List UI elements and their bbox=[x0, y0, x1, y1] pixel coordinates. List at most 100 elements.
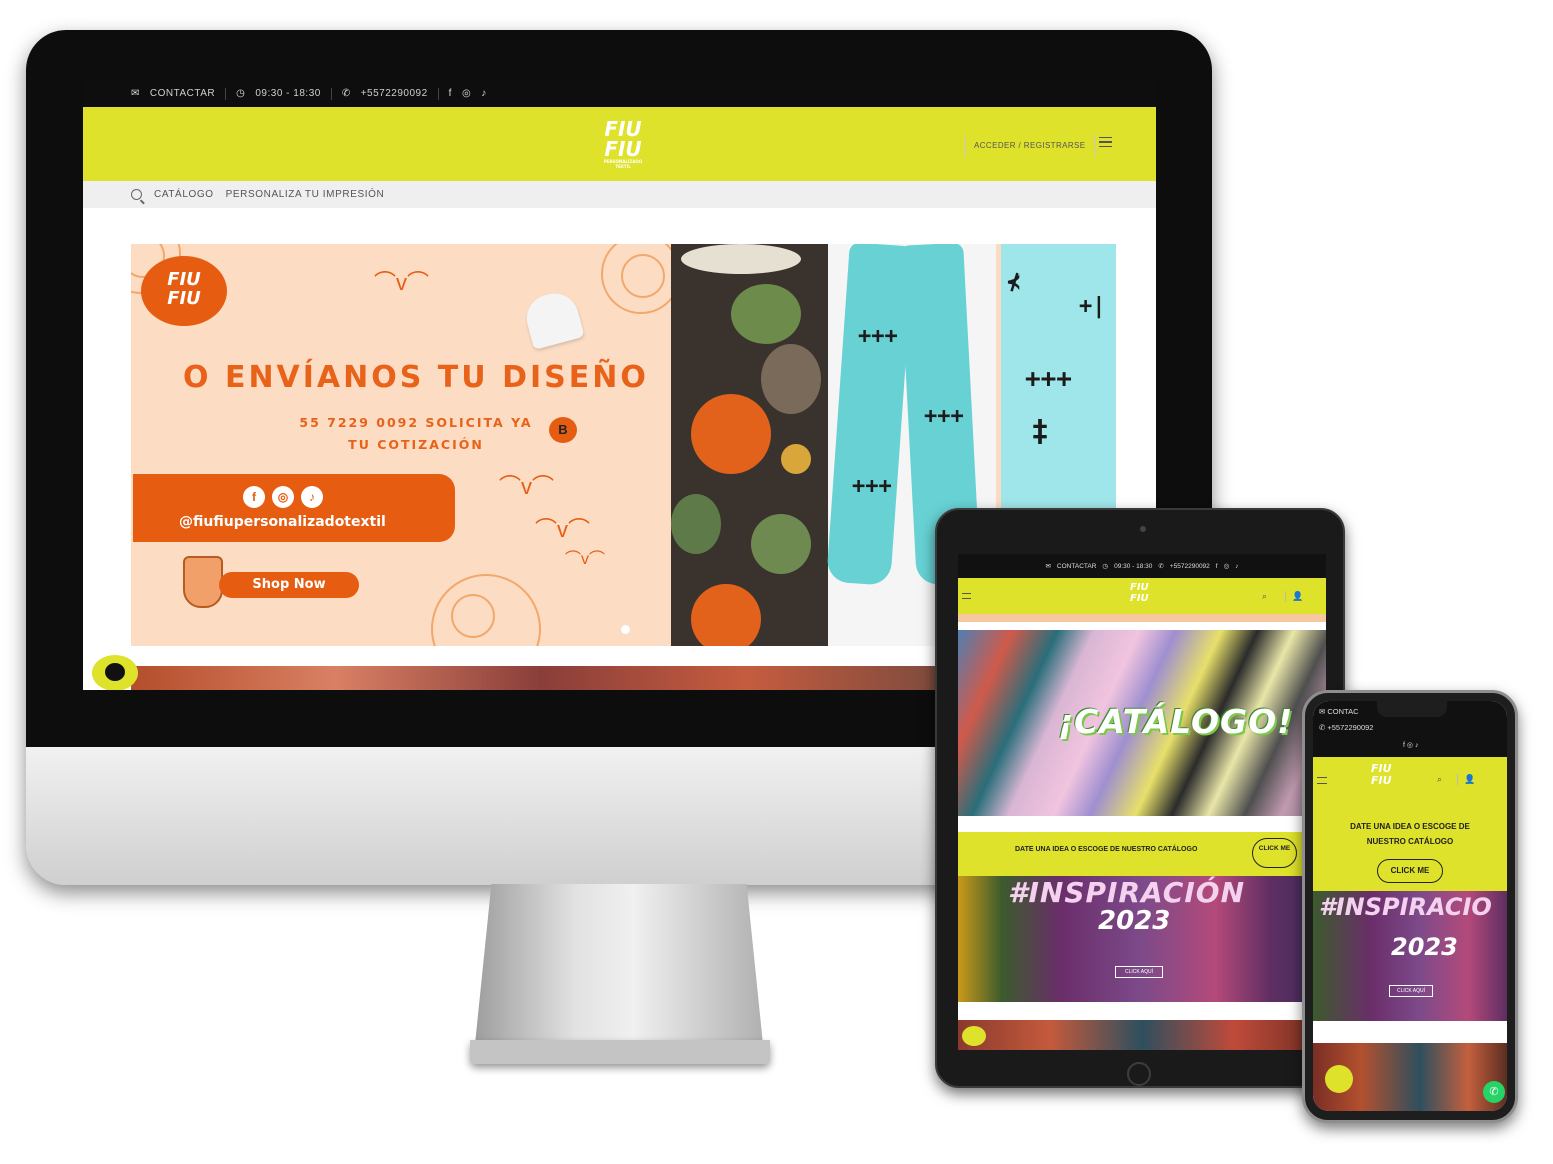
promo-bar: DATE UNA IDEA O ESCOGE DE NUESTRO CATÁLO… bbox=[958, 832, 1326, 876]
search-icon[interactable] bbox=[131, 189, 142, 200]
bat-icon: ⌒v⌒ bbox=[565, 551, 606, 568]
inspiration-banner[interactable]: #INSPIRACIO 2023 CLICK AQUÍ bbox=[1313, 891, 1507, 1021]
site-logo[interactable]: FIU FIU PERSONALIZADO TEXTIL bbox=[598, 119, 648, 171]
stitch-pattern: ‡ bbox=[1031, 414, 1050, 449]
logo-line1: FIU bbox=[1130, 582, 1149, 593]
leggings-left-leg bbox=[826, 244, 914, 586]
stitch-pattern: +++ bbox=[924, 404, 964, 429]
menu-icon[interactable] bbox=[1317, 777, 1327, 784]
stitch-pattern: +| bbox=[1079, 294, 1106, 319]
inspiration-year: 2023 bbox=[1098, 906, 1171, 936]
halloween-pattern-fabric bbox=[671, 244, 828, 646]
promo-bar: DATE UNA IDEA O ESCOGE DE NUESTRO CATÁLO… bbox=[1313, 805, 1507, 891]
logo-line2: FIU bbox=[1371, 774, 1392, 787]
divider bbox=[225, 87, 227, 100]
user-icon[interactable]: 👤 bbox=[1457, 774, 1475, 785]
click-me-button[interactable]: CLICK ME bbox=[1252, 838, 1297, 868]
nav-item-catalogo[interactable]: CATÁLOGO bbox=[154, 189, 214, 200]
site-logo[interactable]: FIU FIU bbox=[1371, 763, 1392, 787]
banner-subtitle-line2: TU COTIZACIÓN bbox=[348, 437, 484, 452]
banner-promo-panel: FIU FIU ⌒v⌒ ⌒v⌒ ⌒v⌒ ⌒v⌒ O ENVÍANOS TU DI… bbox=[131, 244, 681, 646]
collection-strip bbox=[958, 1020, 1326, 1050]
search-icon[interactable]: ⌕ bbox=[1262, 591, 1267, 602]
contact-link[interactable]: CONTACTAR bbox=[150, 88, 215, 99]
social-icons: f ◎ ♪ bbox=[243, 486, 323, 508]
facebook-icon[interactable]: f bbox=[1216, 563, 1218, 570]
chat-widget-button[interactable] bbox=[962, 1026, 986, 1046]
phone-link[interactable]: +5572290092 bbox=[361, 88, 428, 99]
site-logo[interactable]: FIU FIU bbox=[1130, 582, 1149, 604]
mail-icon: ✉ bbox=[1045, 563, 1051, 570]
catalog-title: ¡CATÁLOGO! bbox=[1058, 702, 1294, 741]
search-icon[interactable]: ⌕ bbox=[1437, 774, 1442, 785]
clock-icon: ◷ bbox=[236, 88, 246, 99]
tiktok-icon[interactable]: ♪ bbox=[481, 88, 487, 99]
instagram-icon[interactable]: ◎ bbox=[1224, 562, 1230, 570]
phone-icon: ✆ bbox=[1158, 563, 1164, 570]
phone-device: ✉ CONTAC ✆ +5572290092 f ◎ ♪ FIU FIU ⌕ 👤… bbox=[1302, 690, 1518, 1123]
hours-text: 09:30 - 18:30 bbox=[255, 88, 321, 99]
social-handle-box: f ◎ ♪ @fiufiupersonalizadotextil bbox=[133, 474, 455, 542]
tablet-topbar: ✉ CONTACTAR ◷ 09:30 - 18:30 ✆ +557229009… bbox=[958, 554, 1326, 578]
contact-link[interactable]: CONTACTAR bbox=[1057, 563, 1096, 570]
nav-item-personaliza[interactable]: PERSONALIZA TU IMPRESIÓN bbox=[226, 189, 385, 200]
tiktok-icon[interactable]: ♪ bbox=[1235, 563, 1238, 570]
catalog-banner[interactable]: ¡CATÁLOGO! bbox=[958, 630, 1326, 816]
stitch-pattern: +++ bbox=[852, 474, 892, 499]
bat-icon: ⌒v⌒ bbox=[499, 474, 555, 499]
click-aqui-button[interactable]: CLICK AQUÍ bbox=[1389, 985, 1433, 997]
banner-logo-line1: FIU bbox=[167, 269, 201, 290]
logo-tagline: PERSONALIZADO TEXTIL bbox=[603, 159, 643, 169]
banner-title: O ENVÍANOS TU DISEÑO bbox=[183, 360, 649, 395]
shop-now-button[interactable]: Shop Now bbox=[219, 572, 359, 598]
click-me-button[interactable]: CLICK ME bbox=[1377, 859, 1443, 883]
desktop-header: FIU FIU PERSONALIZADO TEXTIL ACCEDER / R… bbox=[83, 107, 1156, 181]
spider-web-icon bbox=[431, 574, 541, 646]
phone-link[interactable]: +5572290092 bbox=[1170, 563, 1210, 570]
click-aqui-button[interactable]: CLICK AQUÍ bbox=[1115, 966, 1163, 978]
phone-notch bbox=[1377, 701, 1447, 717]
phone-social-row: f ◎ ♪ bbox=[1403, 741, 1418, 749]
inspiration-banner[interactable]: #INSPIRACIÓN 2023 CLICK AQUÍ bbox=[958, 876, 1326, 1002]
menu-icon[interactable] bbox=[962, 593, 971, 599]
facebook-icon: f bbox=[243, 486, 265, 508]
promo-text: DATE UNA IDEA O ESCOGE DE NUESTRO CATÁLO… bbox=[1350, 822, 1470, 846]
facebook-icon[interactable]: f bbox=[1403, 742, 1405, 749]
potion-bottle-icon bbox=[183, 556, 223, 608]
banner-logo: FIU FIU bbox=[141, 256, 227, 326]
inspiration-year: 2023 bbox=[1391, 933, 1458, 961]
slider-dot[interactable] bbox=[621, 625, 630, 634]
tablet-home-button bbox=[1127, 1062, 1151, 1086]
tablet-header: FIU FIU ⌕ 👤 bbox=[958, 578, 1326, 614]
phone-number-row: ✆ +5572290092 bbox=[1319, 723, 1373, 732]
hours-text: 09:30 - 18:30 bbox=[1114, 562, 1153, 570]
instagram-icon[interactable]: ◎ bbox=[462, 88, 471, 99]
bat-icon: ⌒v⌒ bbox=[535, 517, 591, 542]
divider bbox=[330, 87, 332, 100]
phone-link[interactable]: +5572290092 bbox=[1327, 723, 1373, 732]
logo-line2: FIU bbox=[604, 137, 642, 161]
tablet-device: ✉ CONTACTAR ◷ 09:30 - 18:30 ✆ +557229009… bbox=[935, 508, 1345, 1088]
bat-icon: ⌒v⌒ bbox=[374, 270, 430, 295]
tiktok-icon[interactable]: ♪ bbox=[1415, 742, 1419, 749]
desktop-nav: CATÁLOGO PERSONALIZA TU IMPRESIÓN bbox=[83, 181, 1156, 208]
chat-widget-button[interactable] bbox=[1325, 1065, 1353, 1093]
banner-subtitle-line1: 55 7229 0092 SOLICITA YA bbox=[299, 415, 533, 430]
stitch-pattern: ⊀ bbox=[1007, 270, 1021, 295]
menu-icon[interactable] bbox=[1099, 137, 1112, 147]
tiktok-icon: ♪ bbox=[301, 486, 323, 508]
phone-icon: ✆ bbox=[341, 88, 351, 99]
promo-text: DATE UNA IDEA O ESCOGE DE NUESTRO CATÁLO… bbox=[1015, 846, 1198, 853]
chat-widget-button[interactable] bbox=[92, 655, 138, 690]
banner-logo-line2: FIU bbox=[167, 288, 201, 309]
instagram-icon[interactable]: ◎ bbox=[1407, 742, 1413, 749]
desktop-topbar: ✉ CONTACTAR ◷ 09:30 - 18:30 ✆ +557229009… bbox=[83, 80, 1156, 107]
stitch-pattern: +++ bbox=[858, 324, 898, 349]
contact-link[interactable]: CONTAC bbox=[1327, 707, 1358, 716]
login-link[interactable]: ACCEDER / REGISTRARSE bbox=[965, 135, 1095, 157]
user-icon[interactable]: 👤 bbox=[1285, 591, 1303, 602]
facebook-icon[interactable]: f bbox=[449, 88, 452, 99]
clock-icon: ◷ bbox=[1102, 563, 1109, 570]
whatsapp-icon[interactable]: ✆ bbox=[1483, 1081, 1505, 1103]
stitch-pattern: +++ bbox=[1025, 364, 1072, 394]
